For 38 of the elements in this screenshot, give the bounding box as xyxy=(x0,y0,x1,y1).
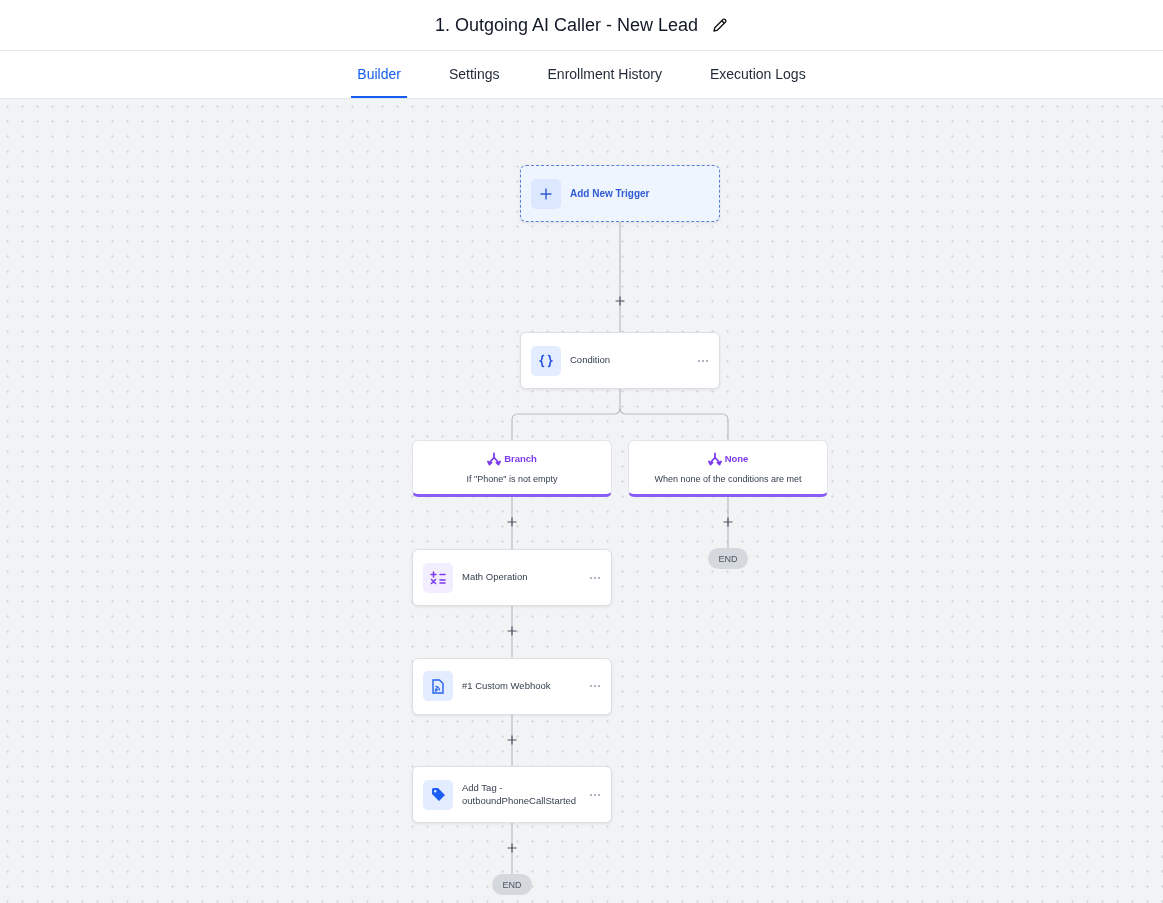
fork-icon xyxy=(487,451,502,466)
end-marker: END xyxy=(708,548,748,569)
trigger-label: Add New Trigger xyxy=(570,186,651,201)
branch-description: When none of the conditions are met xyxy=(654,473,802,484)
connector-line xyxy=(511,713,513,767)
plus-icon xyxy=(540,187,552,200)
tab[interactable]: Execution Logs xyxy=(703,51,812,98)
connector-line xyxy=(511,605,513,659)
add-step-icon[interactable] xyxy=(507,626,517,636)
branch-card[interactable]: None When none of the conditions are met xyxy=(628,440,828,497)
branch-card[interactable]: Branch If "Phone" is not empty xyxy=(412,440,612,497)
tab[interactable]: Enrollment History xyxy=(541,51,668,98)
step-label: Condition xyxy=(570,354,612,367)
step-label: Add Tag - outboundPhoneCallStarted xyxy=(462,781,578,808)
add-step-icon[interactable] xyxy=(507,517,517,527)
branch-title: None xyxy=(724,453,749,464)
fork-icon xyxy=(707,451,722,466)
condition-card[interactable]: Condition xyxy=(520,332,720,389)
add-step-icon[interactable] xyxy=(615,296,625,306)
step-card[interactable]: Math Operation xyxy=(412,549,612,606)
step-card[interactable]: #1 Custom Webhook xyxy=(412,657,612,715)
add-step-icon[interactable] xyxy=(507,843,517,853)
tab[interactable]: Settings xyxy=(442,51,506,98)
document-icon xyxy=(432,678,444,694)
braces-icon xyxy=(539,353,553,368)
add-step-icon[interactable] xyxy=(507,734,517,745)
workflow-title: 1. Outgoing AI Caller - New Lead xyxy=(434,14,699,36)
tag-icon xyxy=(430,787,446,802)
add-step-icon[interactable] xyxy=(723,517,733,527)
branch-description: If "Phone" is not empty xyxy=(466,473,558,484)
math-operators-icon xyxy=(430,570,446,585)
branch-title: Branch xyxy=(504,453,537,464)
step-label: #1 Custom Webhook xyxy=(462,679,552,693)
add-trigger-card[interactable]: Add New Trigger xyxy=(520,165,720,222)
end-marker: END xyxy=(492,874,532,895)
edit-icon[interactable] xyxy=(712,17,729,33)
step-card[interactable]: Add Tag - outboundPhoneCallStarted xyxy=(412,766,612,823)
step-label: Math Operation xyxy=(462,571,529,584)
